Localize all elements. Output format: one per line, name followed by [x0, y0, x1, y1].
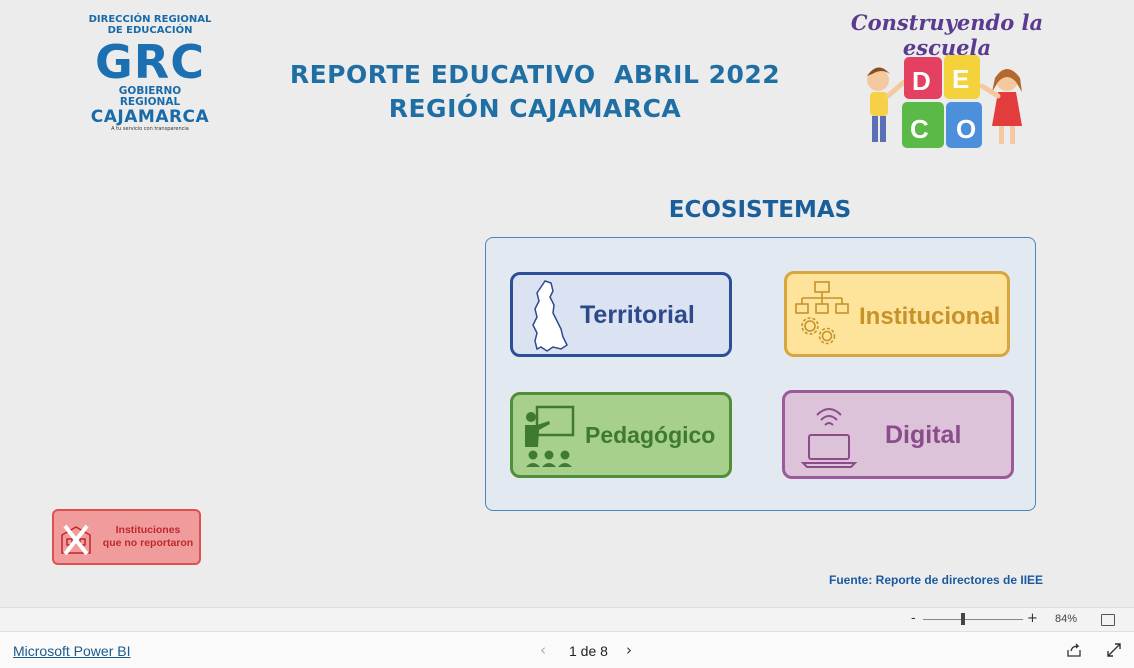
grc-logo: DIRECCIÓN REGIONAL DE EDUCACIÓN GRC GOBI… [88, 14, 212, 149]
logo-line1: DIRECCIÓN REGIONAL [88, 14, 212, 25]
digital-button[interactable]: Digital [782, 390, 1014, 479]
source-note: Fuente: Reporte de directores de IIEE [829, 573, 1044, 587]
report-canvas: DIRECCIÓN REGIONAL DE EDUCACIÓN GRC GOBI… [0, 0, 1134, 607]
report-title: REPORTE EDUCATIVO ABRIL 2022 REGIÓN CAJA… [250, 58, 820, 126]
deco-letter-c: C [910, 114, 929, 144]
crossed-school-icon [61, 524, 91, 555]
pedagogico-label: Pedagógico [585, 422, 716, 448]
deco-letter-e: E [952, 64, 969, 94]
page-indicator: 1 de 8 [569, 643, 608, 659]
zoom-percent: 84% [1055, 613, 1078, 625]
institucional-label: Institucional [859, 303, 1001, 330]
no-report-line2: que no reportaron [102, 537, 194, 549]
logo-line4: CAJAMARCA [90, 107, 210, 127]
no-report-label: Instituciones que no reportaron [96, 524, 200, 550]
no-report-institutions-button[interactable]: Instituciones que no reportaron [52, 509, 201, 565]
deco-letter-d: D [912, 66, 931, 96]
zoom-bar: - + 84% [0, 607, 1134, 631]
fit-to-page-icon[interactable] [1101, 614, 1115, 626]
territorial-button[interactable]: Territorial [510, 272, 732, 357]
previous-page-icon[interactable]: ‹ [540, 641, 546, 659]
logo-line3: GOBIERNO REGIONAL [118, 85, 182, 108]
share-icon[interactable] [1066, 642, 1082, 658]
power-bi-link[interactable]: Microsoft Power BI [13, 643, 130, 659]
org-chart-gears-icon [795, 281, 849, 345]
map-icon [532, 280, 568, 352]
institucional-button[interactable]: Institucional [784, 271, 1010, 357]
teacher-classroom-icon [525, 405, 575, 467]
digital-label: Digital [885, 421, 962, 449]
bottom-bar: Microsoft Power BI ‹ 1 de 8 › [0, 631, 1134, 668]
logo-mark: GRC [95, 35, 205, 89]
logo-tagline: A tu servicio con transparencia [111, 126, 189, 132]
report-title-line1: REPORTE EDUCATIVO ABRIL 2022 [289, 60, 781, 89]
deco-puzzle-kids-icon: D E C O [867, 55, 1022, 148]
fullscreen-icon[interactable] [1106, 642, 1122, 658]
report-title-line2: REGIÓN CAJAMARCA [388, 94, 682, 123]
next-page-icon[interactable]: › [626, 641, 632, 659]
zoom-slider-track[interactable] [923, 619, 1023, 620]
ecosystems-title: ECOSISTEMAS [668, 197, 852, 223]
no-report-line1: Instituciones [115, 524, 181, 536]
zoom-in-button[interactable]: + [1027, 611, 1038, 626]
pedagogico-button[interactable]: Pedagógico [510, 392, 732, 478]
zoom-out-button[interactable]: - [911, 611, 916, 626]
deco-letter-o: O [956, 114, 976, 144]
laptop-wifi-icon [800, 408, 858, 468]
territorial-label: Territorial [580, 301, 695, 329]
zoom-slider-thumb[interactable] [961, 613, 965, 625]
